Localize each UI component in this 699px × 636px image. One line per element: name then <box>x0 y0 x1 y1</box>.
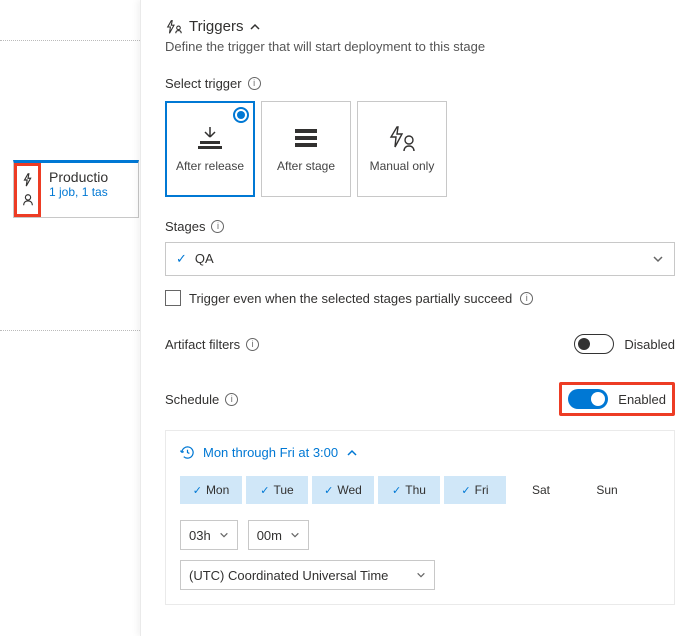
day-wed[interactable]: ✓ Wed <box>312 476 374 504</box>
clock-history-icon <box>180 445 195 460</box>
trigger-after-release[interactable]: After release <box>165 101 255 197</box>
panel-header[interactable]: Triggers <box>165 18 675 35</box>
triggers-panel: Triggers Define the trigger that will st… <box>140 0 699 636</box>
stages-label: Stages <box>165 219 205 234</box>
check-icon: ✓ <box>392 484 401 497</box>
trigger-label: After release <box>176 159 244 173</box>
chevron-up-icon <box>249 21 261 33</box>
schedule-settings: Mon through Fri at 3:00 ✓ Mon ✓ Tue ✓ Wed ✓… <box>165 430 675 605</box>
schedule-state: Enabled <box>618 392 666 407</box>
day-mon[interactable]: ✓ Mon <box>180 476 242 504</box>
days-selector: ✓ Mon ✓ Tue ✓ Wed ✓ Thu ✓ Fri Sat Sun <box>180 476 660 504</box>
day-tue[interactable]: ✓ Tue <box>246 476 308 504</box>
day-label: Sat <box>532 483 550 497</box>
partial-succeed-label: Trigger even when the selected stages pa… <box>189 291 512 306</box>
stage-name: Productio <box>49 169 108 185</box>
day-label: Thu <box>405 483 426 497</box>
trigger-manual-only[interactable]: Manual only <box>357 101 447 197</box>
chevron-down-icon <box>416 570 426 580</box>
day-label: Sun <box>596 483 617 497</box>
stage-card-production[interactable]: Productio 1 job, 1 tas <box>13 160 139 218</box>
check-icon: ✓ <box>461 484 470 497</box>
chevron-down-icon <box>219 530 229 540</box>
minute-value: 00m <box>257 528 282 543</box>
day-label: Mon <box>206 483 229 497</box>
check-icon: ✓ <box>260 484 269 497</box>
trigger-label: Manual only <box>370 159 435 173</box>
info-icon[interactable]: i <box>248 77 261 90</box>
stage-jobs-link[interactable]: 1 job, 1 tas <box>49 185 108 199</box>
artifact-filters-label: Artifact filters <box>165 337 240 352</box>
chevron-down-icon <box>290 530 300 540</box>
schedule-summary-row[interactable]: Mon through Fri at 3:00 <box>180 445 660 460</box>
check-icon: ✓ <box>193 484 202 497</box>
partial-succeed-checkbox[interactable] <box>165 290 181 306</box>
hour-value: 03h <box>189 528 211 543</box>
panel-title: Triggers <box>189 18 243 35</box>
schedule-summary: Mon through Fri at 3:00 <box>203 445 338 460</box>
check-icon: ✓ <box>324 484 333 497</box>
day-label: Wed <box>337 483 361 497</box>
info-icon[interactable]: i <box>225 393 238 406</box>
trigger-after-stage[interactable]: After stage <box>261 101 351 197</box>
schedule-label: Schedule <box>165 392 219 407</box>
manual-only-icon <box>387 125 417 153</box>
panel-subtitle: Define the trigger that will start deplo… <box>165 39 675 54</box>
radio-selected-icon <box>233 107 249 123</box>
day-thu[interactable]: ✓ Thu <box>378 476 440 504</box>
chevron-up-icon <box>346 447 358 459</box>
after-stage-icon <box>291 125 321 153</box>
lightning-icon <box>21 173 35 187</box>
hour-dropdown[interactable]: 03h <box>180 520 238 550</box>
schedule-toggle[interactable] <box>568 389 608 409</box>
stages-dropdown[interactable]: ✓ QA <box>165 242 675 276</box>
info-icon[interactable]: i <box>520 292 533 305</box>
trigger-options: After release After stage Manual only <box>165 101 675 197</box>
artifact-filters-toggle[interactable] <box>574 334 614 354</box>
day-label: Tue <box>273 483 293 497</box>
stage-trigger-icons[interactable] <box>14 163 41 217</box>
timezone-dropdown[interactable]: (UTC) Coordinated Universal Time <box>180 560 435 590</box>
day-label: Fri <box>475 483 489 497</box>
minute-dropdown[interactable]: 00m <box>248 520 309 550</box>
chevron-down-icon <box>652 253 664 265</box>
info-icon[interactable]: i <box>246 338 259 351</box>
user-icon <box>21 193 35 207</box>
check-icon: ✓ <box>176 251 187 266</box>
select-trigger-label: Select trigger <box>165 76 242 91</box>
trigger-label: After stage <box>277 159 335 173</box>
day-fri[interactable]: ✓ Fri <box>444 476 506 504</box>
info-icon[interactable]: i <box>211 220 224 233</box>
day-sun[interactable]: Sun <box>576 476 638 504</box>
artifact-filters-state: Disabled <box>624 337 675 352</box>
timezone-value: (UTC) Coordinated Universal Time <box>189 568 408 583</box>
schedule-toggle-highlight: Enabled <box>559 382 675 416</box>
after-release-icon <box>194 125 226 153</box>
day-sat[interactable]: Sat <box>510 476 572 504</box>
lightning-person-icon <box>165 19 183 35</box>
stages-selected: QA <box>195 251 214 266</box>
